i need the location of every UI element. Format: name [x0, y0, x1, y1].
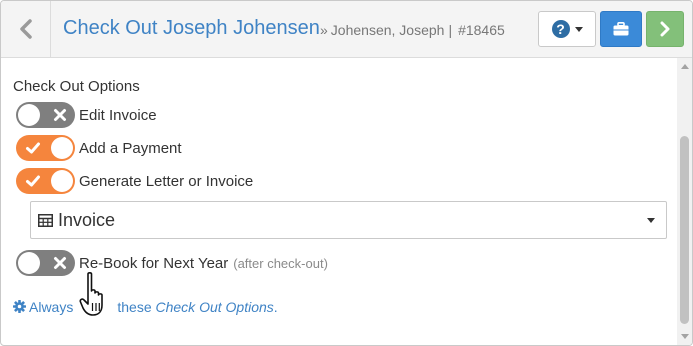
add-payment-toggle[interactable] — [16, 135, 75, 161]
briefcase-button[interactable] — [600, 11, 642, 47]
help-dropdown-button[interactable]: ? — [538, 11, 596, 47]
toggle-row-rebook: Re-Book for Next Year (after check-out) — [16, 250, 328, 276]
chevron-right-icon — [660, 21, 670, 37]
check-icon — [26, 175, 40, 187]
toggle-knob — [51, 137, 73, 159]
back-button[interactable] — [1, 1, 51, 57]
rebook-toggle[interactable] — [16, 250, 75, 276]
document-type-select[interactable]: Invoice — [30, 201, 667, 239]
select-value: Invoice — [58, 209, 116, 230]
link-text-middle: these — [117, 299, 152, 315]
table-icon — [38, 213, 53, 227]
checkout-dialog: Check Out Joseph Johensen » Johensen, Jos… — [0, 0, 693, 346]
toggle-row-edit-invoice: Edit Invoice — [16, 102, 157, 128]
scroll-down-arrow-icon[interactable] — [681, 334, 689, 339]
x-icon — [54, 109, 66, 121]
add-payment-label: Add a Payment — [79, 139, 182, 157]
gear-icon — [13, 300, 26, 313]
next-button[interactable] — [646, 11, 684, 47]
page-title: Check Out Joseph Johensen — [63, 17, 320, 39]
link-text-suffix: . — [273, 299, 278, 315]
toggle-knob — [18, 252, 40, 274]
breadcrumb: » Johensen, Joseph | #18465 — [320, 22, 505, 38]
dialog-header: Check Out Joseph Johensen » Johensen, Jos… — [1, 1, 692, 58]
caret-down-icon — [574, 26, 583, 32]
section-title: Check Out Options — [13, 78, 140, 95]
generate-letter-label: Generate Letter or Invoice — [79, 172, 254, 190]
briefcase-icon — [613, 22, 629, 36]
breadcrumb-separator: » — [320, 22, 328, 38]
toggle-row-generate-letter: Generate Letter or Invoice — [16, 168, 253, 194]
toggle-row-add-payment: Add a Payment — [16, 135, 182, 161]
rebook-label: Re-Book for Next Year — [79, 254, 229, 272]
always-use-options-link[interactable]: Always these Check Out Options. — [13, 299, 278, 315]
chevron-left-icon — [19, 19, 32, 39]
scroll-up-arrow-icon[interactable] — [681, 64, 689, 69]
record-number: #18465 — [458, 22, 505, 38]
client-name: Johensen, Joseph — [330, 22, 445, 38]
question-circle-icon: ? — [551, 20, 570, 38]
generate-letter-toggle[interactable] — [16, 168, 75, 194]
x-icon — [54, 257, 66, 269]
caret-down-icon — [647, 218, 655, 223]
link-text-emphasis: Check Out Options — [155, 299, 274, 315]
rebook-note: (after check-out) — [233, 255, 328, 271]
scrollbar[interactable] — [677, 58, 692, 345]
toggle-knob — [18, 104, 40, 126]
scrollbar-thumb[interactable] — [680, 136, 689, 324]
pipe-separator: | — [448, 22, 453, 38]
edit-invoice-label: Edit Invoice — [79, 106, 157, 124]
toggle-knob — [51, 170, 73, 192]
link-text-prefix: Always — [29, 299, 74, 315]
edit-invoice-toggle[interactable] — [16, 102, 75, 128]
check-icon — [26, 142, 40, 154]
